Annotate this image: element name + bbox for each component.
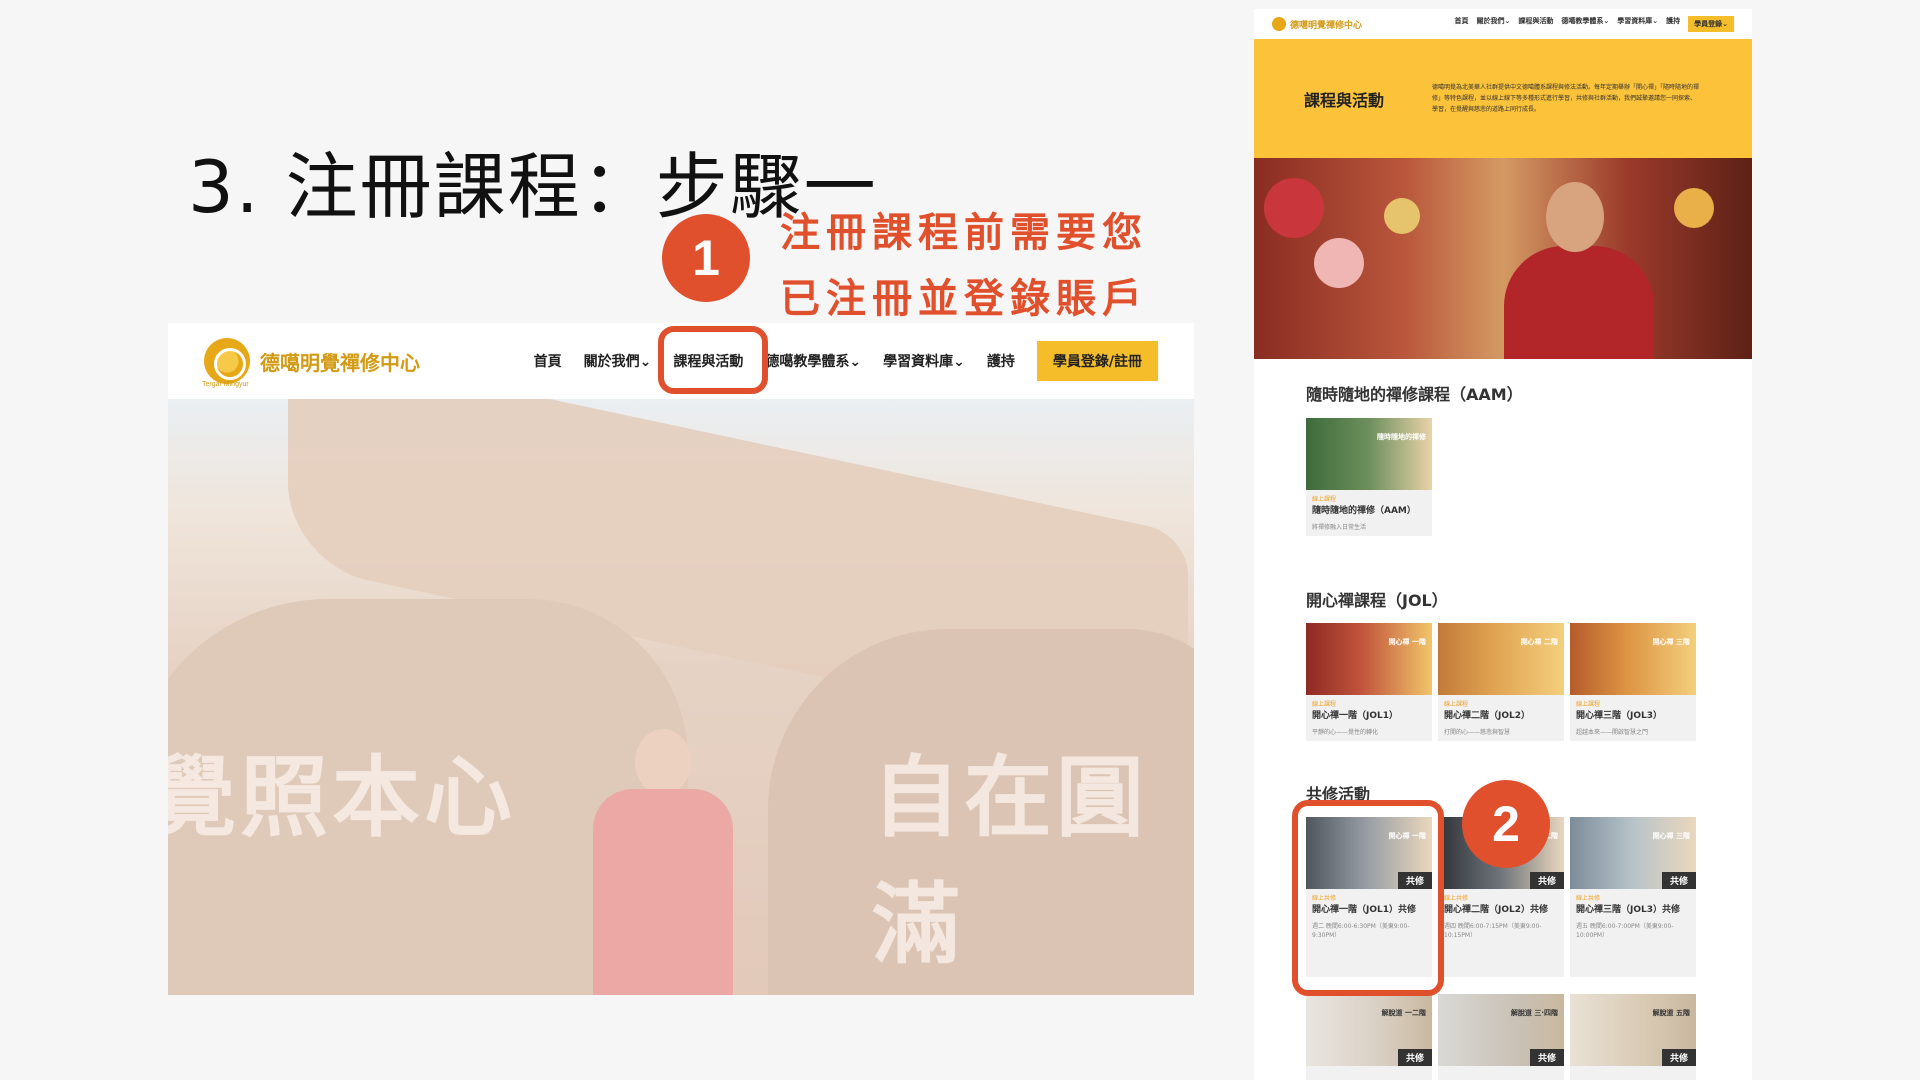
nav-home[interactable]: 首頁 [1455,16,1469,32]
nav-teachings[interactable]: 德噶教學體系⌄ [1561,16,1609,32]
logo-text[interactable]: 德噶明覺禪修中心 [260,347,420,376]
nav-home[interactable]: 首頁 [534,351,562,371]
member-login-button[interactable]: 學員登錄/註冊 [1036,341,1158,381]
page-description: 德噶明覺為北美華人社群提供中文德噶體系課程與修法活動。每年定期舉辦「開心禪」「隨… [1432,84,1700,113]
teacher-photo [1254,158,1752,359]
section-title-aam: 隨時隨地的禪修課程（AAM） [1306,385,1523,404]
section-title-jol: 開心禪課程（JOL） [1306,591,1448,610]
practice-card[interactable]: 解脫道 一二階 共修 [1306,994,1432,1080]
member-login-button[interactable]: 學員登錄⌄ [1688,16,1734,32]
nav-library[interactable]: 學習資料庫⌄ [1617,16,1658,32]
page-banner: 課程與活動 德噶明覺為北美華人社群提供中文德噶體系課程與修法活動。每年定期舉辦「… [1254,39,1752,158]
course-card[interactable]: 開心禪 一階 線上課程 開心禪一階（JOL1） 平靜的心——覺性的轉化 [1306,623,1432,741]
nav-about[interactable]: 關於我們⌄ [584,351,652,371]
slide-title: 3. 注冊課程：步驟一 [188,145,878,229]
practice-card[interactable]: 開心禪 三階 共修 線上共修 開心禪三階（JOL3）共修 週五 晚間6:00-7:00… [1570,817,1696,977]
site-logo[interactable]: 德噶明覺禪修中心 [1272,17,1362,31]
nav-about[interactable]: 關於我們⌄ [1477,16,1511,32]
step-2-badge: 2 [1462,780,1550,868]
logo-subtitle: Tergar Mingyur [202,381,249,388]
instruction-note: 注冊課程前需要您 已注冊並登錄賬戶 [780,200,1148,332]
note-line-1: 注冊課程前需要您 [780,210,1148,256]
nav-library[interactable]: 學習資料庫⌄ [883,351,965,371]
course-card[interactable]: 開心禪 二階 線上課程 開心禪二階（JOL2） 打開的心——慈悲與智慧 [1438,623,1564,741]
course-card[interactable]: 隨時隨地的禪修 線上課程 隨時隨地的禪修（AAM） 將禪修融入日常生活 [1306,418,1432,536]
hero-image: 覺照本心 自在圓滿 [168,399,1194,995]
site-header: 德噶明覺禪修中心 首頁 關於我們⌄ 課程與活動 德噶教學體系⌄ 學習資料庫⌄ 護… [1254,9,1752,39]
main-nav: 首頁 關於我們⌄ 課程與活動 德噶教學體系⌄ 學習資料庫⌄ 護持 學員登錄⌄ [1455,16,1734,32]
dharma-wheel-logo-icon [1272,17,1286,31]
main-nav: 首頁 關於我們⌄ 課程與活動 德噶教學體系⌄ 學習資料庫⌄ 護持 學員登錄/註冊 [534,341,1158,381]
practice-card[interactable]: 解脫道 五階 共修 [1570,994,1696,1080]
nav-support[interactable]: 護持 [1666,16,1680,32]
dharma-wheel-logo-icon[interactable] [204,338,250,384]
course-card[interactable]: 開心禪 三階 線上課程 開心禪三階（JOL3） 超越本來——開啟智慧之門 [1570,623,1696,741]
nav-support[interactable]: 護持 [987,351,1015,371]
website-homepage-screenshot: Tergar Mingyur 德噶明覺禪修中心 首頁 關於我們⌄ 課程與活動 德… [168,323,1194,995]
highlight-practice-card [1292,800,1444,996]
highlight-courses-nav [658,326,768,394]
step-1-badge: 1 [662,214,750,302]
practice-card[interactable]: 解脫道 三·四階 共修 [1438,994,1564,1080]
nav-courses-events[interactable]: 課程與活動 [1518,16,1553,32]
nav-teachings[interactable]: 德噶教學體系⌄ [765,351,861,371]
page-title: 課程與活動 [1304,90,1385,110]
slide: 3. 注冊課程：步驟一 1 注冊課程前需要您 已注冊並登錄賬戶 Tergar M… [0,0,1920,1080]
